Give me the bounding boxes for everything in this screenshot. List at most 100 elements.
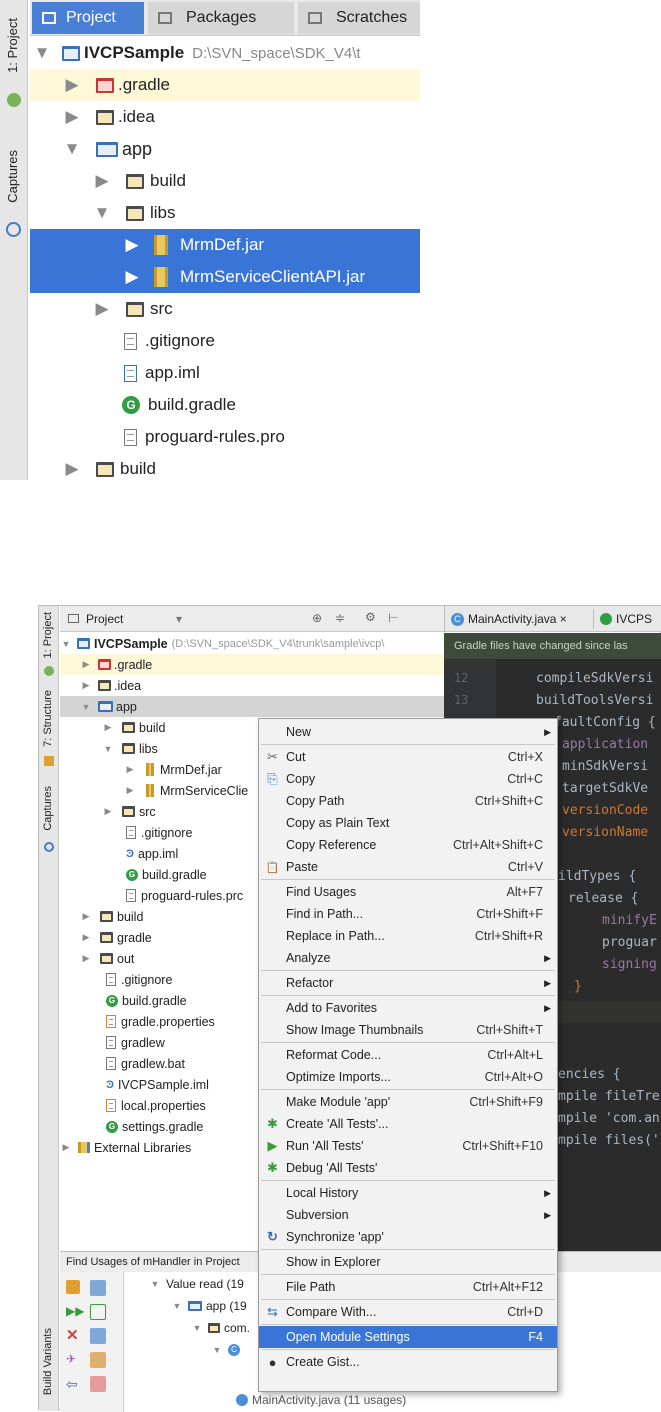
usage-row-app[interactable]: ▼ app (19 (172, 1296, 247, 1316)
expand-arrow-icon[interactable]: ▶ (80, 680, 92, 691)
expand-arrow-icon[interactable]: ▶ (124, 764, 136, 775)
usage-row-class[interactable]: ▼ C (212, 1340, 240, 1360)
tree-row-build[interactable]: ▶ build (60, 717, 166, 738)
tree-row-root[interactable]: ▼ IVCPSample D:\SVN_space\SDK_V4\t (30, 37, 420, 69)
tree-row-gradlew[interactable]: gradlew (60, 1032, 165, 1053)
expand-arrow-icon[interactable]: ▶ (80, 659, 92, 670)
tree-row-gradlew-bat[interactable]: gradlew.bat (60, 1053, 185, 1074)
tree-row-external-libraries[interactable]: ▶ External Libraries (60, 1137, 192, 1158)
project-view-title[interactable]: Project (86, 612, 123, 626)
tree-row-gradle[interactable]: ▶ .gradle (30, 69, 420, 101)
method-icon[interactable] (90, 1376, 106, 1392)
expand-arrow-icon[interactable]: ▶ (92, 171, 112, 191)
menu-item-reformat-code[interactable]: Reformat Code... Ctrl+Alt+L (259, 1044, 557, 1066)
back-icon[interactable]: ⇦ (66, 1376, 78, 1393)
menu-item-add-to-favorites[interactable]: Add to Favorites ▶ (259, 997, 557, 1019)
side-tab-structure[interactable]: 7: Structure (42, 690, 54, 747)
side-tab-captures[interactable]: Captures (5, 150, 20, 203)
close-icon[interactable]: ✕ (66, 1326, 79, 1344)
menu-item-copy[interactable]: ⎘ Copy Ctrl+C (259, 768, 557, 790)
menu-item-create-gist[interactable]: ● Create Gist... (259, 1351, 557, 1373)
rerun-icon[interactable] (66, 1280, 80, 1294)
target-icon[interactable]: ⊕ (312, 611, 322, 625)
menu-item-analyze[interactable]: Analyze ▶ (259, 947, 557, 969)
menu-item-show-in-explorer[interactable]: Show in Explorer (259, 1251, 557, 1273)
tree-row-idea[interactable]: ▶ .idea (30, 101, 154, 133)
editor-tab-mainactivity[interactable]: C MainActivity.java × (451, 609, 583, 629)
tree-row-ivcpsample-iml[interactable]: Ͽ IVCPSample.iml (60, 1074, 209, 1095)
filter-icon[interactable] (90, 1280, 106, 1296)
menu-item-find-in-path[interactable]: Find in Path... Ctrl+Shift+F (259, 903, 557, 925)
tab-packages[interactable]: Packages (148, 2, 294, 34)
expand-arrow-icon[interactable]: ▶ (62, 75, 82, 95)
tree-row-gradle-properties[interactable]: gradle.properties (60, 1011, 215, 1032)
dropdown-icon[interactable]: ▾ (176, 612, 182, 626)
side-tab-captures[interactable]: Captures (42, 786, 54, 831)
hide-icon[interactable]: ⊢ (388, 611, 398, 625)
collapse-arrow-icon[interactable]: ▼ (60, 639, 72, 649)
tree-row-proguard[interactable]: proguard-rules.prc (60, 885, 243, 906)
tree-row-src[interactable]: ▶ src (60, 801, 156, 822)
menu-item-compare-with[interactable]: ⇆ Compare With... Ctrl+D (259, 1301, 557, 1323)
tree-row-proguard[interactable]: proguard-rules.pro (30, 421, 285, 453)
collapse-arrow-icon[interactable]: ▼ (92, 203, 112, 223)
tree-row-build-gradle[interactable]: G build.gradle (60, 864, 207, 885)
expand-arrow-icon[interactable]: ▶ (122, 267, 142, 287)
tree-row-build-root[interactable]: ▶ build (60, 906, 144, 927)
tree-row-gitignore[interactable]: .gitignore (30, 325, 215, 357)
menu-item-paste[interactable]: 📋 Paste Ctrl+V (259, 856, 557, 878)
menu-item-new[interactable]: New ▶ (259, 721, 557, 743)
next-icon[interactable]: ▶▶ (66, 1304, 84, 1318)
tree-row-gradle[interactable]: ▶ .gradle (60, 654, 444, 675)
collapse-arrow-icon[interactable]: ▼ (150, 1279, 160, 1289)
expand-arrow-icon[interactable]: ▶ (80, 911, 92, 922)
tree-row-root-build-gradle[interactable]: G build.gradle (60, 990, 187, 1011)
menu-item-replace-in-path[interactable]: Replace in Path... Ctrl+Shift+R (259, 925, 557, 947)
expand-arrow-icon[interactable]: ▶ (102, 722, 114, 733)
collapse-all-icon[interactable]: ≑ (335, 611, 345, 625)
menu-item-optimize-imports[interactable]: Optimize Imports... Ctrl+Alt+O (259, 1066, 557, 1088)
expand-arrow-icon[interactable]: ▶ (122, 235, 142, 255)
collapse-arrow-icon[interactable]: ▼ (32, 43, 52, 63)
editor-tab-ivcp[interactable]: IVCPS (593, 609, 661, 629)
tree-row-mrmdef-jar[interactable]: ▶ MrmDef.jar (30, 229, 420, 261)
tree-row-local-properties[interactable]: local.properties (60, 1095, 206, 1116)
expand-arrow-icon[interactable]: ▶ (102, 806, 114, 817)
usage-row-com[interactable]: ▼ com. (192, 1318, 250, 1338)
tree-row-out[interactable]: ▶ out (60, 948, 135, 969)
expand-arrow-icon[interactable]: ▶ (80, 953, 92, 964)
tree-row-build-root[interactable]: ▶ build (30, 453, 155, 485)
gear-icon[interactable]: ⚙ (365, 610, 376, 624)
collapse-arrow-icon[interactable]: ▼ (172, 1301, 182, 1311)
tree-row-gitignore[interactable]: .gitignore (60, 822, 192, 843)
menu-item-open-module-settings[interactable]: Open Module Settings F4 (259, 1326, 557, 1348)
tree-row-root[interactable]: ▼ IVCPSample (D:\SVN_space\SDK_V4\trunk\… (60, 633, 385, 654)
tree-row-app-iml[interactable]: Ͽ app.iml (60, 843, 178, 864)
menu-item-make-module[interactable]: Make Module 'app' Ctrl+Shift+F9 (259, 1091, 557, 1113)
gradle-notification[interactable]: Gradle files have changed since las (444, 633, 661, 659)
menu-item-synchronize[interactable]: ↻ Synchronize 'app' (259, 1226, 557, 1248)
tree-row-app[interactable]: ▼ app (60, 696, 444, 717)
expand-arrow-icon[interactable]: ▶ (80, 932, 92, 943)
collapse-arrow-icon[interactable]: ▼ (80, 702, 92, 712)
expand-arrow-icon[interactable]: ▶ (62, 459, 82, 479)
tree-row-app[interactable]: ▼ app (30, 133, 152, 165)
expand-arrow-icon[interactable]: ▶ (124, 785, 136, 796)
tree-row-mrmserviceclient[interactable]: ▶ MrmServiceClie (60, 780, 249, 801)
tab-scratches[interactable]: Scratches (298, 2, 420, 34)
side-tab-build-variants[interactable]: Build Variants (42, 1328, 54, 1395)
tab-project[interactable]: Project (32, 2, 144, 34)
side-tab-project[interactable]: 1: Project (42, 612, 54, 658)
expand-arrow-icon[interactable]: ▶ (92, 299, 112, 319)
tree-row-settings-gradle[interactable]: G settings.gradle (60, 1116, 203, 1137)
menu-item-cut[interactable]: ✂ Cut Ctrl+X (259, 746, 557, 768)
menu-item-subversion[interactable]: Subversion ▶ (259, 1204, 557, 1226)
group-icon[interactable] (90, 1304, 106, 1320)
tree-row-libs[interactable]: ▼ libs (30, 197, 176, 229)
menu-item-copy-plain-text[interactable]: Copy as Plain Text (259, 812, 557, 834)
expand-arrow-icon[interactable]: ▶ (60, 1142, 72, 1153)
menu-item-run-all-tests[interactable]: ▶ Run 'All Tests' Ctrl+Shift+F10 (259, 1135, 557, 1157)
tree-row-src[interactable]: ▶ src (30, 293, 172, 325)
collapse-arrow-icon[interactable]: ▼ (62, 139, 82, 159)
menu-item-find-usages[interactable]: Find Usages Alt+F7 (259, 881, 557, 903)
